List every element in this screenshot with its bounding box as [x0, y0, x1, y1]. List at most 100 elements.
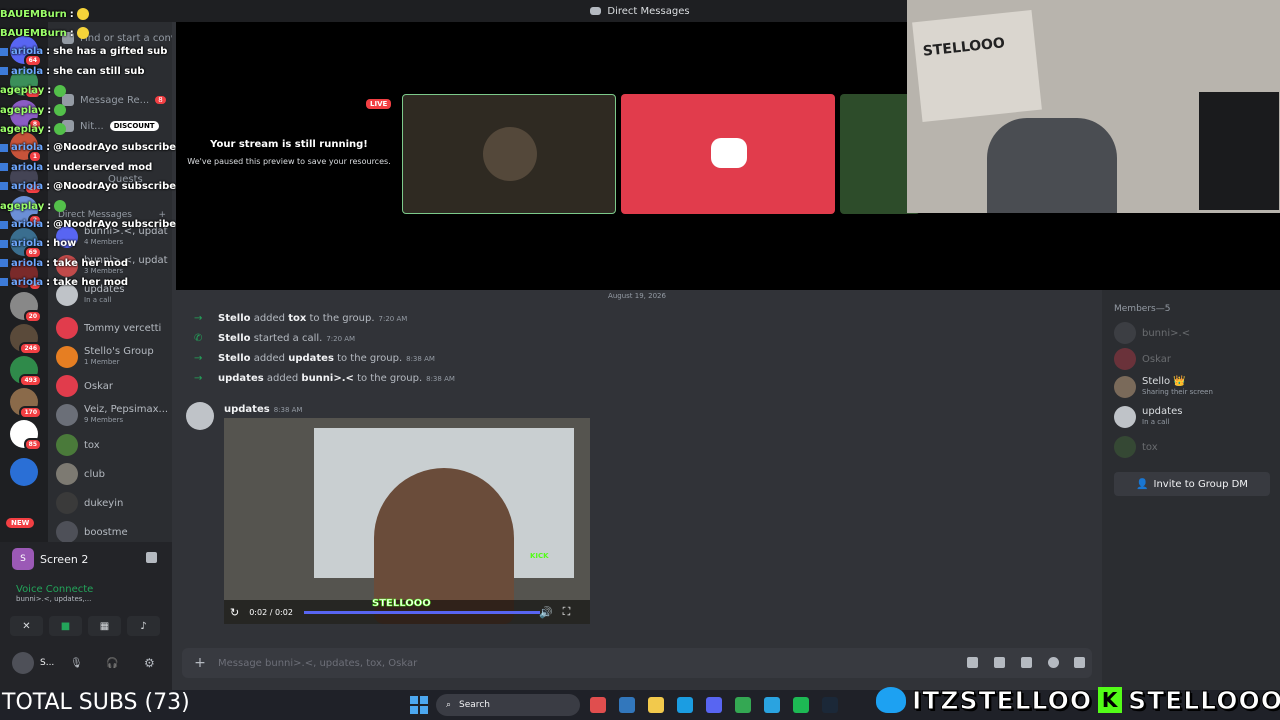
nav-quests[interactable]: Quests: [108, 174, 143, 185]
server-icon[interactable]: 95: [10, 68, 42, 99]
message-input[interactable]: Message bunni>.<, updates, tox, Oskar: [218, 658, 417, 669]
video-progress-bar[interactable]: [304, 611, 540, 614]
gif-icon[interactable]: [994, 657, 1005, 668]
self-user-row[interactable]: S...: [12, 652, 54, 674]
member-item[interactable]: bunni>.<: [1114, 322, 1190, 344]
find-conversation-label: Find or start a convers...: [80, 32, 172, 44]
video-attachment[interactable]: KICK ↻ 0:02 / 0:02 🔊 ⛶ STELLOOO: [224, 418, 590, 624]
event-actor[interactable]: updates: [218, 373, 264, 384]
dm-item[interactable]: bunni>.<, updat... 4 Members: [56, 224, 168, 250]
member-item[interactable]: Stello 👑 Sharing their screen: [1114, 376, 1213, 398]
event-action: added: [266, 373, 299, 384]
camera-off-button[interactable]: ✕: [10, 616, 43, 636]
event-rest: to the group.: [309, 313, 375, 324]
stop-share-icon[interactable]: [146, 552, 157, 563]
event-actor[interactable]: Stello: [218, 333, 251, 344]
event-target[interactable]: updates: [288, 353, 334, 364]
server-badge: 95: [23, 86, 42, 99]
spotify-icon[interactable]: [793, 697, 809, 713]
streamer: [987, 118, 1117, 213]
avatar[interactable]: [186, 402, 214, 430]
event-actor[interactable]: Stello: [218, 313, 251, 324]
server-icon[interactable]: 17: [10, 164, 42, 195]
server-badge: 5: [27, 278, 42, 291]
event-actor[interactable]: Stello: [218, 353, 251, 364]
server-icon[interactable]: 493: [10, 356, 42, 387]
activities-button[interactable]: ▦: [88, 616, 121, 636]
dm-item[interactable]: updates In a call: [56, 282, 168, 308]
dm-item[interactable]: tox: [56, 432, 168, 458]
steam2-icon[interactable]: [822, 697, 838, 713]
join-arrow-icon: →: [194, 373, 203, 384]
voice-status[interactable]: Voice Connecte: [16, 584, 166, 595]
avatar: [56, 434, 78, 456]
member-item[interactable]: updates In a call: [1114, 406, 1182, 428]
headphones-icon[interactable]: 🎧: [106, 658, 118, 669]
member-item[interactable]: tox: [1114, 436, 1158, 458]
server-icon[interactable]: 2: [10, 196, 42, 227]
dm-item[interactable]: Oskar: [56, 373, 168, 399]
event-target[interactable]: bunni>.<: [301, 373, 354, 384]
nav-message-requests[interactable]: Message Re... 8: [62, 94, 166, 106]
server-icon[interactable]: 1: [10, 132, 42, 163]
server-icon[interactable]: 64: [10, 36, 42, 67]
taskbar-search[interactable]: ⌕ Search: [436, 694, 580, 716]
avatar: [56, 404, 78, 426]
server-icon[interactable]: 8: [10, 100, 42, 131]
server-icon[interactable]: 85: [10, 420, 42, 451]
nav-nitro[interactable]: Nit... DISCOUNT: [62, 120, 159, 132]
participant-tile-updates[interactable]: [402, 94, 616, 214]
monitor: [1199, 92, 1279, 210]
emoji-icon[interactable]: [1048, 657, 1059, 668]
webcam-overlay: STELLOOO: [907, 0, 1280, 213]
apps-icon[interactable]: [1074, 657, 1085, 668]
find-conversation-input[interactable]: Find or start a convers...: [62, 32, 172, 44]
steam-icon[interactable]: [677, 697, 693, 713]
message-composer[interactable]: + Message bunni>.<, updates, tox, Oskar: [182, 648, 1092, 678]
telegram-icon[interactable]: [764, 697, 780, 713]
server-badge: 17: [23, 182, 42, 195]
dm-item[interactable]: dukeyin: [56, 490, 168, 516]
gear-icon[interactable]: ⚙: [144, 656, 155, 670]
sticker-icon[interactable]: [1021, 657, 1032, 668]
soundboard-button[interactable]: ♪: [127, 616, 160, 636]
server-icon[interactable]: 20: [10, 292, 42, 323]
dm-item[interactable]: Stello's Group 1 Member: [56, 344, 168, 370]
dm-item[interactable]: club: [56, 461, 168, 487]
kick-icon: K: [1098, 687, 1123, 713]
server-icon[interactable]: 69: [10, 228, 42, 259]
system-message: → Stello added updates to the group. 8:38…: [194, 353, 435, 364]
discord-icon[interactable]: [706, 697, 722, 713]
server-badge: 493: [19, 374, 42, 387]
server-icon[interactable]: 170: [10, 388, 42, 419]
participant-tile-bunni[interactable]: [621, 94, 835, 214]
message-author[interactable]: updates: [224, 404, 270, 415]
screen-share-button[interactable]: ■: [49, 616, 82, 636]
event-rest: to the group.: [337, 353, 403, 364]
server-icon[interactable]: [10, 458, 38, 486]
chrome-active-icon[interactable]: [735, 697, 751, 713]
dm-header-label: Direct Messages: [58, 210, 132, 220]
server-icon[interactable]: 5: [10, 260, 42, 291]
mic-icon[interactable]: 🎙: [70, 658, 83, 669]
windows-start-icon[interactable]: [410, 696, 428, 714]
replay-icon[interactable]: ↻: [230, 606, 239, 619]
files-icon[interactable]: [648, 697, 664, 713]
event-target[interactable]: tox: [288, 313, 306, 324]
dm-item[interactable]: Veiz, Pepsimax... 9 Members: [56, 402, 168, 428]
server-icon[interactable]: 246: [10, 324, 42, 355]
invite-to-group-button[interactable]: 👤 Invite to Group DM: [1114, 472, 1270, 496]
member-item[interactable]: Oskar: [1114, 348, 1171, 370]
add-dm-button[interactable]: +: [158, 210, 166, 220]
fullscreen-icon[interactable]: ⛶: [563, 605, 571, 619]
chrome-icon[interactable]: [590, 697, 606, 713]
member-status: In a call: [1142, 418, 1170, 426]
dm-item[interactable]: boostme: [56, 519, 168, 542]
voice-connection: Voice Connecte bunni>.<, updates,...: [16, 584, 166, 603]
dm-item[interactable]: Tommy vercetti: [56, 315, 168, 341]
attach-plus-icon[interactable]: +: [182, 655, 218, 671]
edge-icon[interactable]: [619, 697, 635, 713]
dm-item[interactable]: bunni>.<, updat... 3 Members: [56, 253, 168, 279]
volume-icon[interactable]: 🔊: [539, 606, 553, 619]
gift-icon[interactable]: [967, 657, 978, 668]
